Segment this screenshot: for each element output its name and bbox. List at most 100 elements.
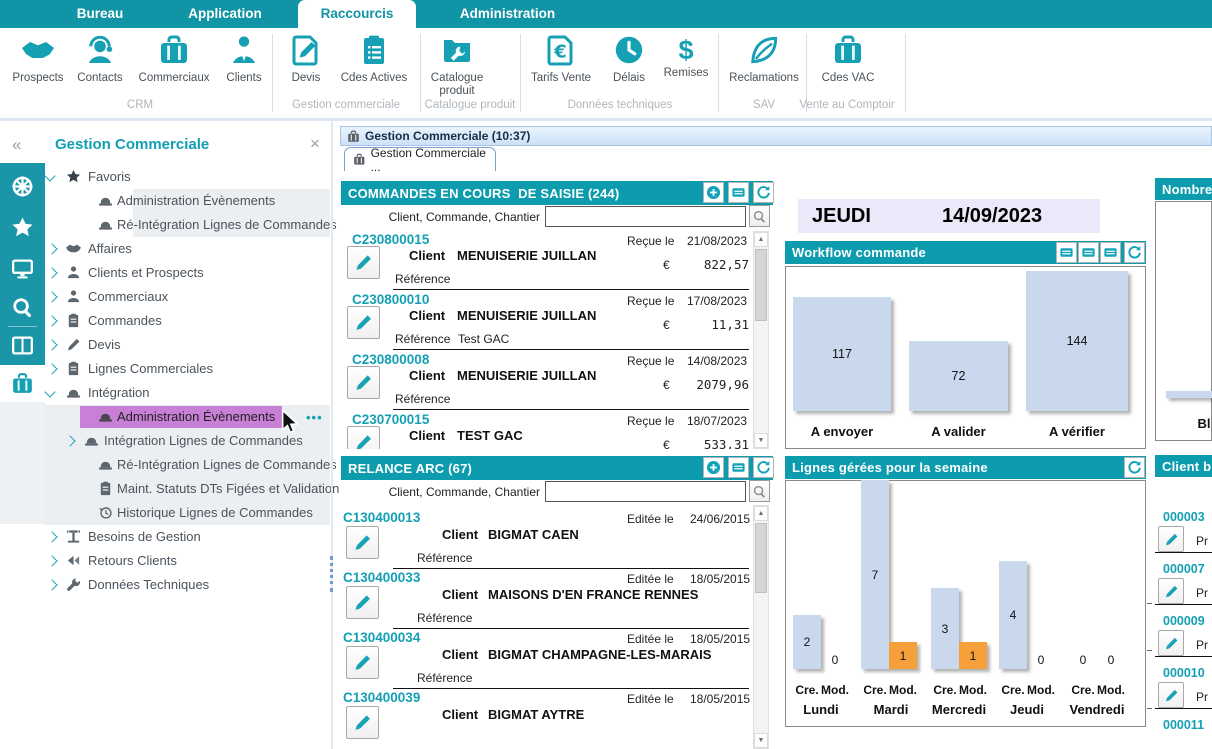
list-view-button[interactable] <box>1056 242 1077 263</box>
list-view-button[interactable] <box>1078 242 1099 263</box>
sidebar-item-commandes[interactable]: Commandes <box>0 309 331 333</box>
sidebar-item-donnees-techniques[interactable]: Données Techniques <box>0 573 331 597</box>
relance-scrollbar[interactable]: ▲ ▼ <box>753 505 769 749</box>
sidebar-item-re-integration-lignes[interactable]: Ré-Intégration Lignes de Commandes <box>0 213 331 237</box>
edit-button[interactable] <box>347 366 380 399</box>
bar-lundi-cre[interactable]: 2 <box>793 615 821 669</box>
chevron-right-icon[interactable] <box>46 579 57 590</box>
ribbon-button-remises[interactable]: $ Remises <box>648 34 724 80</box>
bar-a-valider[interactable]: 72 <box>909 341 1008 411</box>
ribbon-button-contacts[interactable]: Contacts <box>62 34 138 85</box>
edit-button[interactable] <box>1158 630 1184 656</box>
refresh-button[interactable] <box>753 182 774 203</box>
add-button[interactable] <box>703 457 724 478</box>
chevron-down-icon[interactable] <box>44 386 55 397</box>
tab-application[interactable]: Application <box>170 0 280 28</box>
relance-row[interactable]: C130400033 Editée le 18/05/2015 Client M… <box>341 570 752 630</box>
bar-flat[interactable] <box>1166 391 1212 398</box>
chevron-right-icon[interactable] <box>64 435 75 446</box>
commande-row[interactable]: C230800015 Reçue le 21/08/2023 Client ME… <box>341 231 752 291</box>
tab-administration[interactable]: Administration <box>430 0 585 28</box>
sidebar-item-favoris[interactable]: Favoris <box>0 165 331 189</box>
edit-button[interactable] <box>1158 682 1184 708</box>
ribbon-button-reclamations[interactable]: Reclamations <box>726 34 802 85</box>
chevron-right-icon[interactable] <box>46 315 57 326</box>
sidebar-item-commerciaux[interactable]: Commerciaux <box>0 285 331 309</box>
scrollbar-thumb[interactable] <box>755 523 767 593</box>
scroll-up-arrow[interactable]: ▲ <box>754 232 768 247</box>
chevron-right-icon[interactable] <box>46 243 57 254</box>
commandes-scrollbar[interactable]: ▲ ▼ <box>753 231 769 449</box>
ribbon-button-catalogue-produit[interactable]: Catalogue produit <box>419 34 495 98</box>
sidebar-item-historique-lignes[interactable]: Historique Lignes de Commandes <box>0 501 331 525</box>
edit-button[interactable] <box>346 586 379 619</box>
list-view-button[interactable] <box>728 182 749 203</box>
chevron-right-icon[interactable] <box>46 291 57 302</box>
commande-row[interactable]: C230800008 Reçue le 14/08/2023 Client ME… <box>341 351 752 411</box>
add-button[interactable] <box>703 182 724 203</box>
sidebar-item-maint-statuts[interactable]: Maint. Statuts DTs Figées et Validation <box>0 477 331 501</box>
sidebar-close-button[interactable]: × <box>310 134 320 154</box>
chevron-right-icon[interactable] <box>46 555 57 566</box>
window-tab[interactable]: Gestion Commerciale ... <box>344 147 496 171</box>
sidebar-item-re-integration-lignes-2[interactable]: Ré-Intégration Lignes de Commandes <box>0 453 331 477</box>
bar-a-verifier[interactable]: 144 <box>1026 271 1128 411</box>
edit-button[interactable] <box>347 246 380 279</box>
window-titlebar[interactable]: Gestion Commerciale (10:37) <box>340 126 1212 146</box>
client-row-id[interactable]: 000007 <box>1163 562 1205 576</box>
tab-bureau[interactable]: Bureau <box>55 0 145 28</box>
sidebar-item-clients-et-prospects[interactable]: Clients et Prospects <box>0 261 331 285</box>
refresh-button[interactable] <box>753 457 774 478</box>
commande-row[interactable]: C230700015 Reçue le 18/07/2023 Client TE… <box>341 411 752 449</box>
edit-button[interactable] <box>346 706 379 739</box>
sidebar-item-integration[interactable]: Intégration <box>0 381 331 405</box>
refresh-button[interactable] <box>1124 242 1145 263</box>
chevron-right-icon[interactable] <box>46 267 57 278</box>
commandes-search-input[interactable] <box>545 206 746 227</box>
chevron-down-icon[interactable] <box>44 170 55 181</box>
sidebar-collapse-button[interactable]: « <box>12 135 21 155</box>
scrollbar-thumb[interactable] <box>755 249 767 321</box>
bar-mercredi-cre[interactable]: 3 <box>931 588 959 669</box>
bar-mardi-cre[interactable]: 7 <box>861 480 889 669</box>
sidebar-item-administration-evenements[interactable]: Administration Évènements <box>0 189 331 213</box>
bar-jeudi-cre[interactable]: 4 <box>999 561 1027 669</box>
scroll-down-arrow[interactable]: ▼ <box>754 433 768 448</box>
refresh-button[interactable] <box>1124 457 1145 478</box>
edit-button[interactable] <box>346 526 379 559</box>
client-row-id[interactable]: 000011 <box>1163 718 1204 732</box>
chevron-right-icon[interactable] <box>46 339 57 350</box>
edit-button[interactable] <box>347 426 380 449</box>
tab-raccourcis[interactable]: Raccourcis <box>298 0 416 28</box>
bar-a-envoyer[interactable]: 117 <box>793 297 891 411</box>
sidebar-item-lignes-commerciales[interactable]: Lignes Commerciales <box>0 357 331 381</box>
scroll-down-arrow[interactable]: ▼ <box>754 733 768 748</box>
relance-row[interactable]: C130400039 Editée le 18/05/2015 Client B… <box>341 690 752 749</box>
sidebar-item-besoins-de-gestion[interactable]: Besoins de Gestion <box>0 525 331 549</box>
ribbon-button-devis[interactable]: Devis <box>268 34 344 85</box>
chevron-right-icon[interactable] <box>46 363 57 374</box>
relance-row[interactable]: C130400034 Editée le 18/05/2015 Client B… <box>341 630 752 690</box>
sidebar-item-retours-clients[interactable]: Retours Clients <box>0 549 331 573</box>
search-button[interactable] <box>749 205 770 227</box>
ribbon-button-cdes-vac[interactable]: Cdes VAC <box>810 34 886 85</box>
relance-row[interactable]: C130400013 Editée le 24/06/2015 Client B… <box>341 510 752 570</box>
more-options-icon[interactable]: ••• <box>306 410 323 425</box>
list-view-button[interactable] <box>1100 242 1121 263</box>
sidebar-item-affaires[interactable]: Affaires <box>0 237 331 261</box>
sidebar-resize-handle[interactable] <box>330 556 333 592</box>
ribbon-button-tarifs-vente[interactable]: Tarifs Vente <box>523 34 599 85</box>
client-row-id[interactable]: 000010 <box>1163 666 1205 680</box>
list-view-button[interactable] <box>728 457 749 478</box>
edit-button[interactable] <box>1158 578 1184 604</box>
edit-button[interactable] <box>347 306 380 339</box>
sidebar-item-devis[interactable]: Devis <box>0 333 331 357</box>
chevron-right-icon[interactable] <box>46 531 57 542</box>
scroll-up-arrow[interactable]: ▲ <box>754 506 768 521</box>
edit-button[interactable] <box>346 646 379 679</box>
ribbon-button-commerciaux[interactable]: Commerciaux <box>136 34 212 85</box>
edit-button[interactable] <box>1158 526 1184 552</box>
search-button[interactable] <box>749 480 770 502</box>
relance-search-input[interactable] <box>545 481 746 502</box>
bar-mercredi-mod[interactable]: 1 <box>959 642 987 669</box>
